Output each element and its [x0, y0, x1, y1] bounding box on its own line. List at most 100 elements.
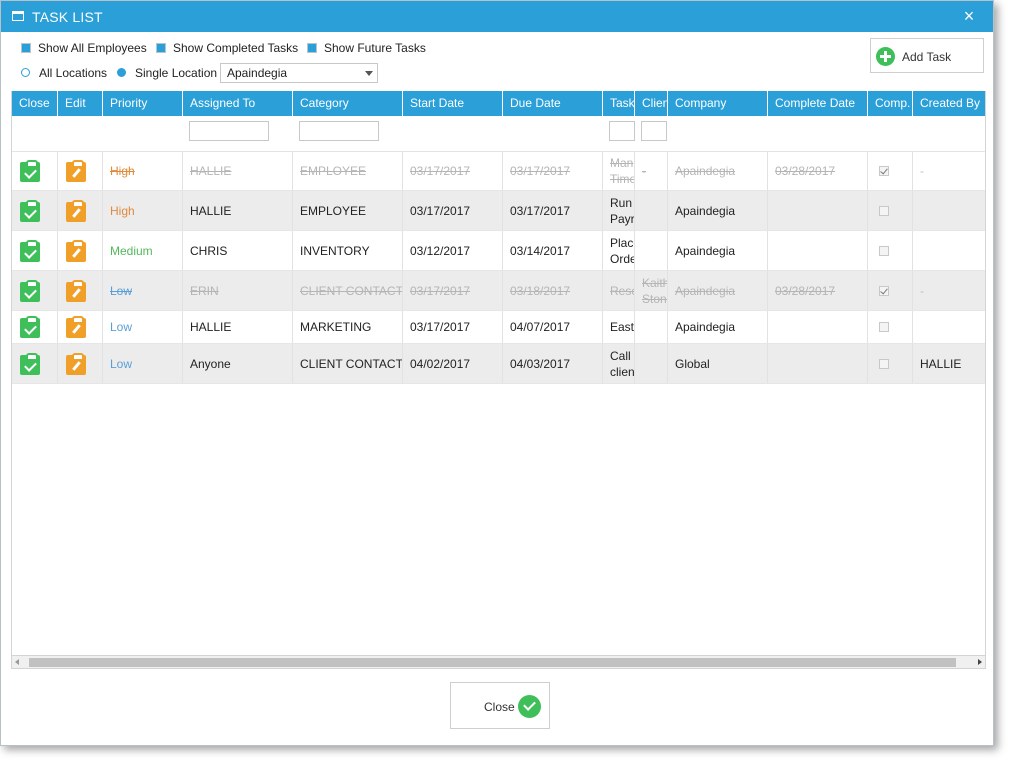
cell-task: Call clien [603, 344, 635, 383]
all-locations-radio[interactable]: All Locations [21, 65, 107, 81]
column-header-task[interactable]: Task [603, 91, 635, 116]
clipboard-edit-icon[interactable] [66, 316, 86, 338]
task-text: Call clien [610, 348, 635, 379]
horizontal-scrollbar[interactable] [11, 655, 986, 669]
cell-start-date: 03/17/2017 [403, 311, 503, 343]
column-header-complete-date[interactable]: Complete Date [768, 91, 868, 116]
show-all-employees-label: Show All Employees [38, 41, 147, 55]
clipboard-check-icon[interactable] [20, 316, 40, 338]
comp-checkbox[interactable] [879, 205, 889, 216]
filter-client-input[interactable] [641, 121, 667, 141]
cell-close [12, 344, 58, 383]
add-task-button[interactable]: Add Task [870, 38, 984, 73]
clipboard-check-icon[interactable] [20, 239, 40, 262]
table-row[interactable]: High HALLIE EMPLOYEE 03/17/2017 03/17/2017 Ru… [12, 191, 985, 231]
column-header-close[interactable]: Close [12, 91, 58, 116]
cell-client [635, 191, 668, 230]
cell-priority: Medium [103, 231, 183, 270]
category-text: MARKETING [300, 320, 372, 334]
cell-category: INVENTORY [293, 231, 403, 270]
table-row[interactable]: Low HALLIE MARKETING 03/17/2017 04/07/2017 Ea… [12, 311, 985, 344]
radio-off-icon [21, 68, 30, 78]
cell-created-by: HALLIE [913, 344, 985, 383]
due-date-text: 03/14/2017 [510, 243, 571, 258]
cell-client: Kaith Stone [635, 271, 668, 310]
column-header-due-date[interactable]: Due Date [503, 91, 603, 116]
location-select-value: Apaindegia [227, 66, 288, 80]
client-text: - [642, 163, 646, 178]
cell-comp [868, 311, 913, 343]
column-header-start-date[interactable]: Start Date [403, 91, 503, 116]
column-header-client[interactable]: Client [635, 91, 668, 116]
cell-task: Run Payr [603, 191, 635, 230]
column-header-category[interactable]: Category [293, 91, 403, 116]
company-text: Apaindegia [675, 243, 736, 258]
clipboard-edit-icon[interactable] [66, 352, 86, 375]
clipboard-check-icon[interactable] [20, 279, 40, 302]
company-text: Apaindegia [675, 320, 736, 334]
comp-checkbox[interactable] [879, 322, 889, 332]
close-icon[interactable]: × [959, 5, 979, 27]
clipboard-check-icon[interactable] [20, 199, 40, 222]
task-text: Run Payr [610, 195, 635, 226]
category-text: INVENTORY [300, 243, 370, 258]
filter-assigned-to-input[interactable] [189, 121, 269, 141]
cell-due-date: 03/17/2017 [503, 191, 603, 230]
column-header-created-by[interactable]: Created By [913, 91, 985, 116]
cell-close [12, 311, 58, 343]
cell-task: Place Orde [603, 231, 635, 270]
cell-start-date: 03/17/2017 [403, 151, 503, 190]
start-date-text: 03/17/2017 [410, 163, 471, 178]
show-all-employees-checkbox[interactable]: Show All Employees [21, 40, 147, 56]
show-future-tasks-checkbox[interactable]: Show Future Tasks [307, 40, 426, 56]
column-header-comp[interactable]: Comp. [868, 91, 913, 116]
comp-checkbox[interactable] [879, 358, 889, 369]
chevron-down-icon [365, 71, 373, 76]
task-grid: Close Edit Priority Assigned To Category Star… [11, 91, 986, 669]
column-header-edit[interactable]: Edit [58, 91, 103, 116]
single-location-radio[interactable]: Single Location [117, 65, 217, 81]
table-row[interactable]: Low ERIN CLIENT CONTACT 03/17/2017 03/18/201… [12, 271, 985, 311]
cell-assigned-to: Anyone [183, 344, 293, 383]
clipboard-edit-icon[interactable] [66, 159, 86, 182]
assigned-to-text: HALLIE [190, 163, 232, 178]
table-row[interactable]: Medium CHRIS INVENTORY 03/12/2017 03/14/2017… [12, 231, 985, 271]
comp-checkbox[interactable] [879, 245, 889, 256]
clipboard-check-icon[interactable] [20, 159, 40, 182]
cell-category: EMPLOYEE [293, 151, 403, 190]
complete-date-text: 03/28/2017 [775, 163, 836, 178]
grid-header: Close Edit Priority Assigned To Category Star… [12, 91, 985, 116]
cell-start-date: 04/02/2017 [403, 344, 503, 383]
scroll-left-icon[interactable] [15, 659, 19, 665]
show-completed-tasks-checkbox[interactable]: Show Completed Tasks [156, 40, 298, 56]
comp-checkbox-checked[interactable] [879, 165, 889, 176]
location-select[interactable]: Apaindegia [220, 63, 378, 83]
column-header-company[interactable]: Company [668, 91, 768, 116]
filter-task-input[interactable] [609, 121, 635, 141]
scrollbar-thumb[interactable] [29, 658, 956, 667]
column-header-assigned-to[interactable]: Assigned To [183, 91, 293, 116]
assigned-to-text: Anyone [190, 356, 231, 371]
cell-priority: Low [103, 271, 183, 310]
filter-category-input[interactable] [299, 121, 379, 141]
comp-checkbox-checked[interactable] [879, 285, 889, 296]
table-row[interactable]: High HALLIE EMPLOYEE 03/17/2017 03/17/2017 Ma… [12, 151, 985, 191]
cell-created-by [913, 231, 985, 270]
cell-company: Apaindegia [668, 271, 768, 310]
clipboard-edit-icon[interactable] [66, 239, 86, 262]
clipboard-edit-icon[interactable] [66, 199, 86, 222]
close-button[interactable]: Close [450, 682, 550, 729]
company-text: Apaindegia [675, 283, 736, 298]
table-row[interactable]: Low Anyone CLIENT CONTACT 04/02/2017 04/03/2… [12, 344, 985, 384]
due-date-text: 04/07/2017 [510, 320, 571, 334]
clipboard-edit-icon[interactable] [66, 279, 86, 302]
created-by-text: - [920, 283, 924, 298]
show-completed-tasks-label: Show Completed Tasks [173, 41, 299, 55]
scroll-right-icon[interactable] [978, 659, 982, 665]
due-date-text: 03/17/2017 [510, 163, 571, 178]
cell-complete-date: 03/28/2017 [768, 271, 868, 310]
clipboard-check-icon[interactable] [20, 352, 40, 375]
column-header-priority[interactable]: Priority [103, 91, 183, 116]
company-text: Apaindegia [675, 203, 736, 218]
cell-start-date: 03/17/2017 [403, 271, 503, 310]
